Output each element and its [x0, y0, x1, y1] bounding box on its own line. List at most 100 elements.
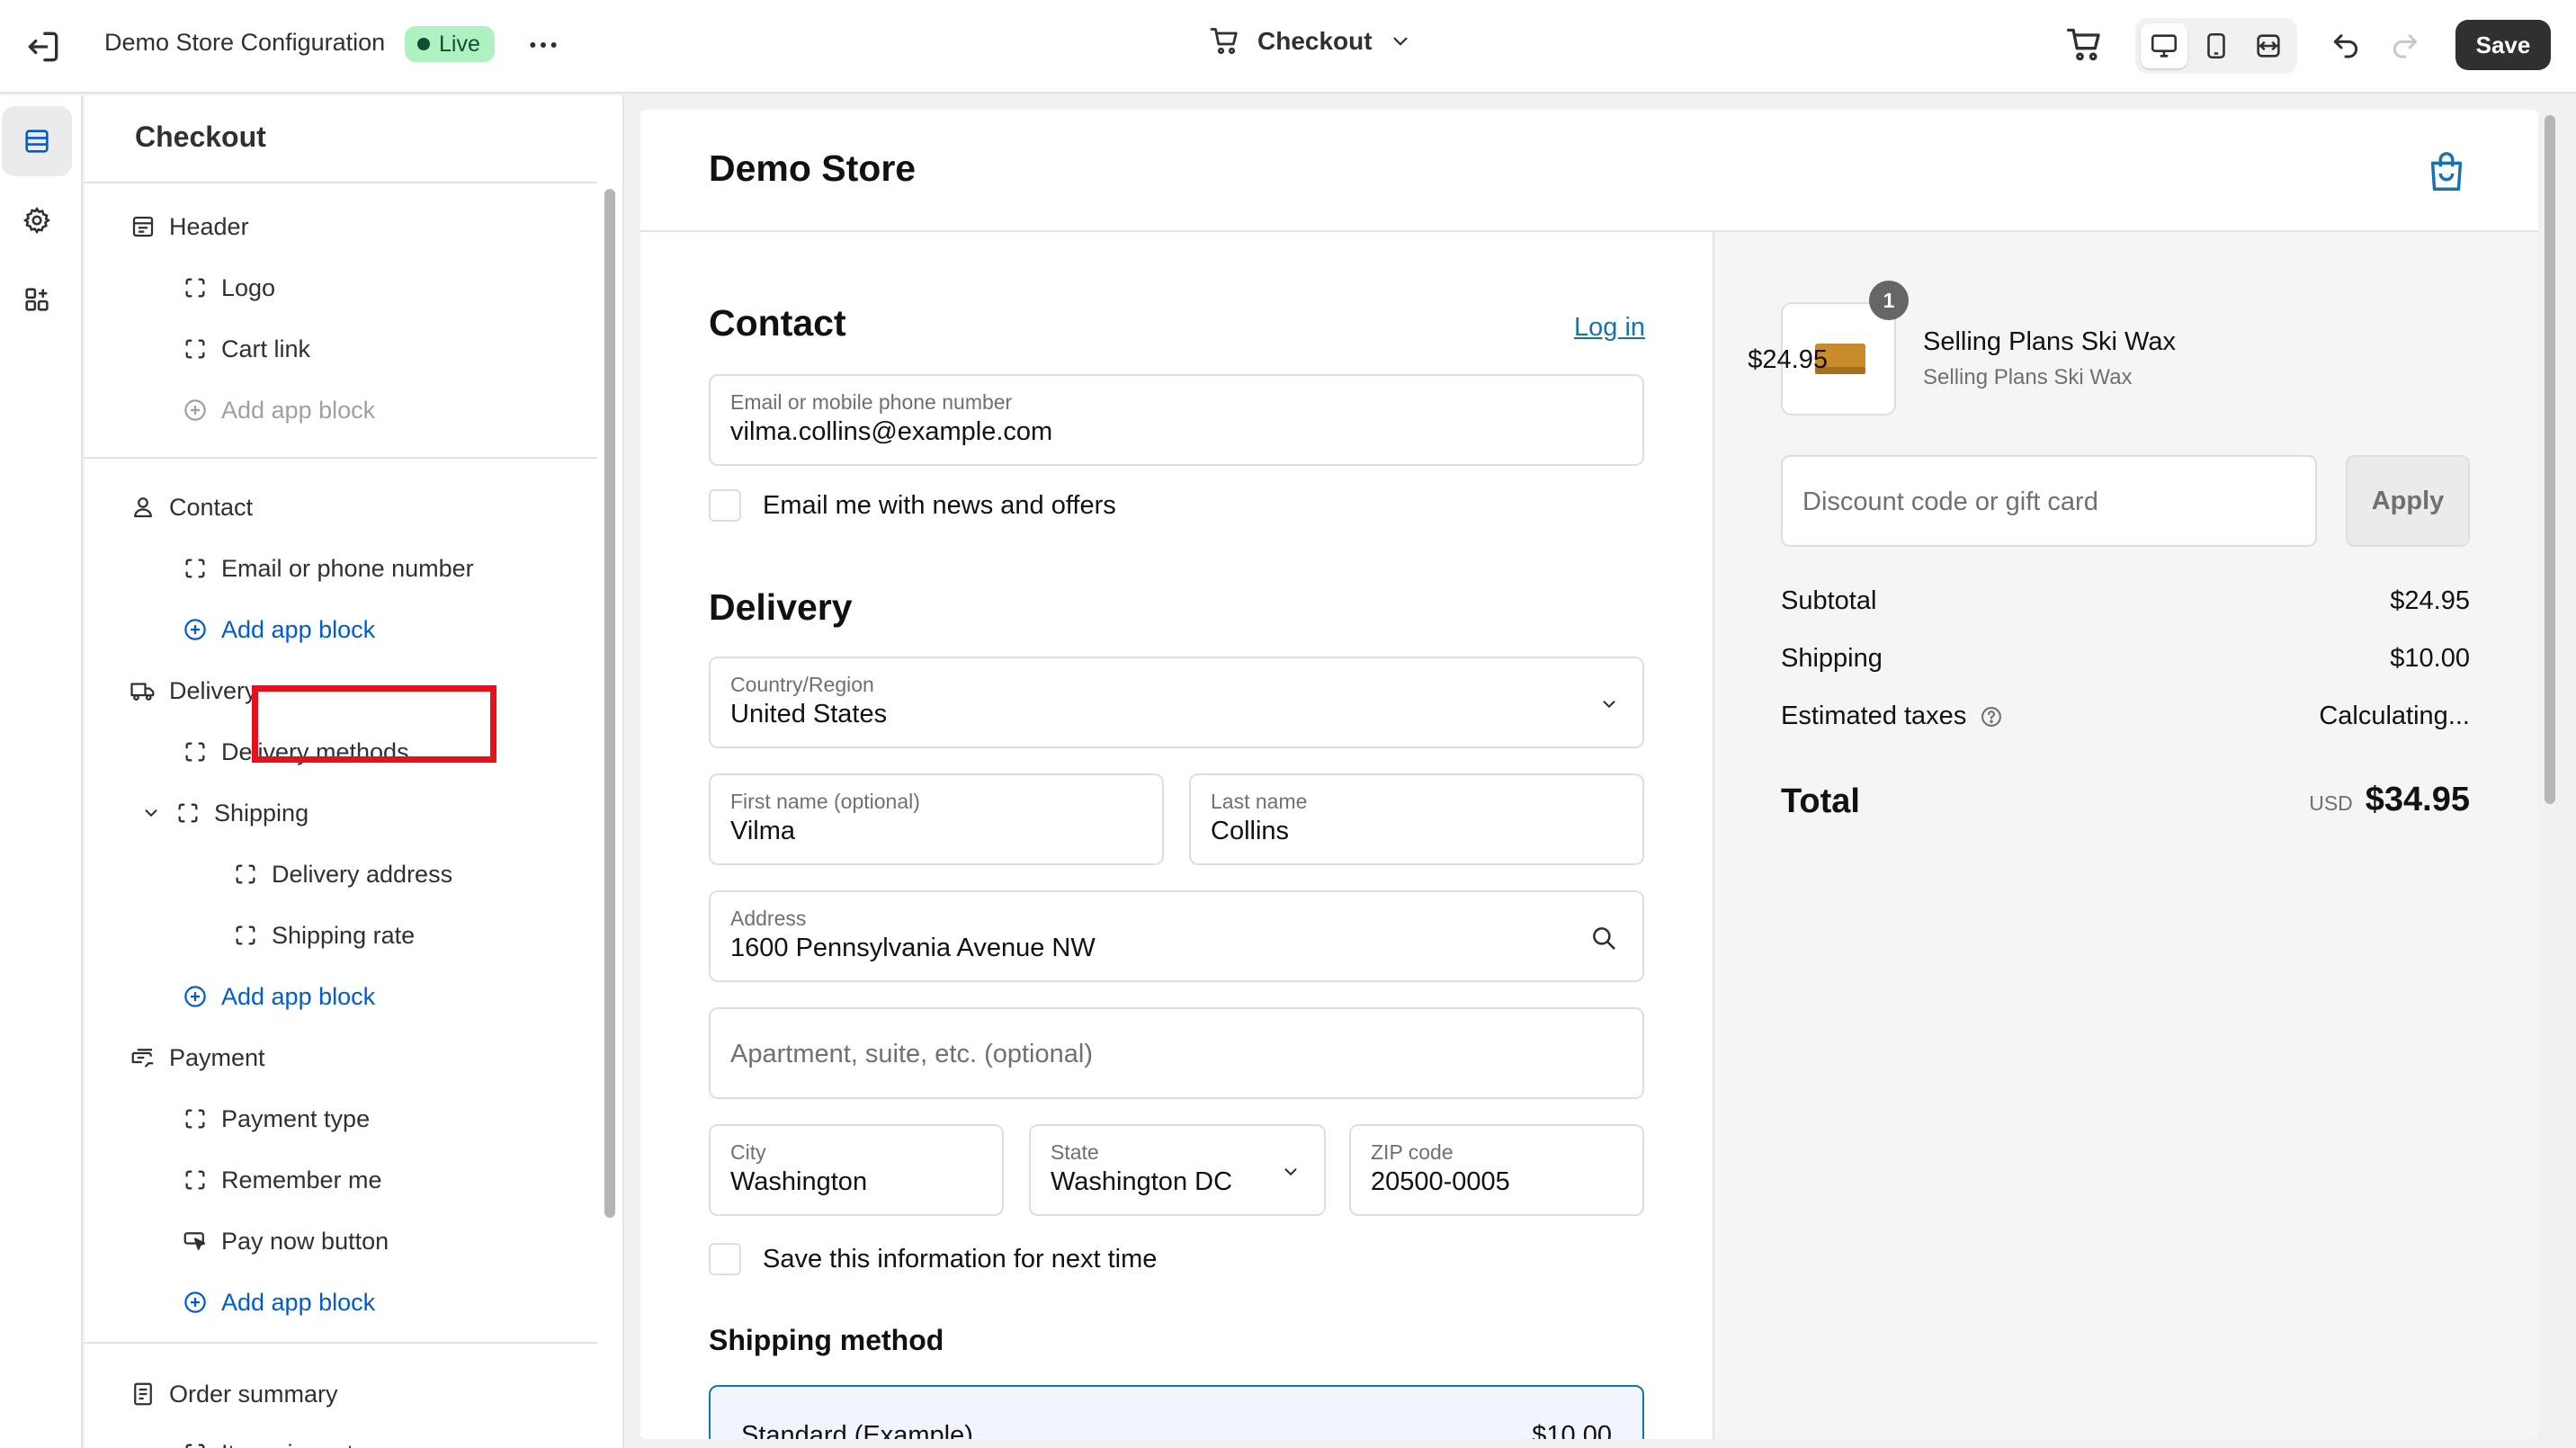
block-email-or-phone[interactable]: Email or phone number	[182, 547, 474, 590]
preview-scroll-thumb[interactable]	[2545, 115, 2555, 804]
block-cart-link-label: Cart link	[221, 335, 311, 362]
save-info-checkbox[interactable]: Save this information for next time	[709, 1243, 1157, 1275]
block-logo[interactable]: Logo	[182, 266, 275, 309]
estimated-taxes-label: Estimated taxes	[1781, 702, 1967, 730]
block-icon	[182, 555, 209, 582]
block-payment-type[interactable]: Payment type	[182, 1097, 370, 1140]
country-select[interactable]: Country/Region United States	[709, 657, 1644, 748]
city-field[interactable]: City Washington	[709, 1124, 1004, 1216]
mobile-icon	[2207, 32, 2225, 59]
section-order-summary[interactable]: Order summary	[130, 1372, 338, 1416]
sections-button[interactable]	[2, 106, 72, 176]
address-value: 1600 Pennsylvania Avenue NW	[730, 934, 1096, 962]
shipping-option[interactable]: Standard (Example) $10.00	[709, 1385, 1644, 1439]
block-payment-type-label: Payment type	[221, 1104, 371, 1132]
first-name-value: Vilma	[730, 817, 795, 845]
login-link[interactable]: Log in	[1574, 313, 1645, 343]
shipping-value: $10.00	[2390, 644, 2470, 673]
header-section-icon	[130, 213, 157, 240]
news-offers-checkbox[interactable]: Email me with news and offers	[709, 489, 1116, 522]
section-header-label: Header	[169, 212, 249, 240]
sidebar-scroll-thumb[interactable]	[604, 189, 615, 1218]
block-shipping-rate[interactable]: Shipping rate	[232, 914, 415, 957]
section-contact[interactable]: Contact	[130, 486, 253, 529]
block-items-in-cart[interactable]: Items in cart	[182, 1432, 353, 1448]
checkbox[interactable]	[709, 1243, 741, 1275]
estimated-taxes-value: Calculating...	[2319, 702, 2470, 730]
section-header[interactable]: Header	[130, 205, 249, 248]
add-app-block-header-button[interactable]: Add app block	[182, 389, 375, 432]
live-dot-icon	[417, 38, 430, 50]
save-info-label: Save this information for next time	[763, 1244, 1158, 1274]
more-actions-icon[interactable]	[525, 27, 561, 63]
total-value: $34.95	[2365, 781, 2470, 818]
add-app-block-delivery-button[interactable]: Add app block	[182, 975, 375, 1018]
section-delivery[interactable]: Delivery	[130, 669, 257, 712]
state-select[interactable]: State Washington DC	[1029, 1124, 1326, 1216]
add-app-block-payment-button[interactable]: Add app block	[182, 1281, 375, 1324]
receipt-icon	[130, 1381, 157, 1408]
block-email-or-phone-label: Email or phone number	[221, 554, 474, 582]
block-delivery-address-label: Delivery address	[272, 860, 453, 888]
plus-circle-icon	[182, 397, 209, 424]
block-shipping[interactable]: Shipping	[140, 791, 309, 835]
checkbox[interactable]	[709, 489, 741, 522]
first-name-label: First name (optional)	[730, 790, 920, 813]
button-click-icon	[182, 1228, 209, 1255]
status-badge: Live	[405, 26, 495, 62]
apps-icon	[25, 288, 49, 311]
apps-button[interactable]	[2, 264, 72, 335]
currency-code: USD	[2309, 791, 2353, 815]
chevron-down-icon	[1392, 37, 1408, 46]
mobile-view-button[interactable]	[2193, 23, 2240, 68]
cart-preview-icon[interactable]	[2065, 25, 2105, 65]
apply-button[interactable]: Apply	[2346, 455, 2470, 547]
add-app-block-contact-button[interactable]: Add app block	[182, 608, 375, 651]
first-name-field[interactable]: First name (optional) Vilma	[709, 773, 1164, 865]
section-order-summary-label: Order summary	[169, 1380, 338, 1408]
block-delivery-address[interactable]: Delivery address	[232, 853, 452, 896]
divider	[85, 182, 597, 183]
chevron-down-icon[interactable]	[140, 800, 162, 827]
person-icon	[130, 494, 157, 521]
shipping-option-name: Standard (Example)	[741, 1421, 973, 1439]
highlight-box	[252, 685, 496, 763]
block-icon	[232, 861, 259, 888]
last-name-field[interactable]: Last name Collins	[1189, 773, 1644, 865]
discount-code-field[interactable]: Discount code or gift card	[1781, 455, 2317, 547]
block-icon	[182, 738, 209, 765]
shipping-method-heading: Shipping method	[709, 1324, 944, 1356]
store-config-title: Demo Store Configuration	[104, 29, 386, 56]
product-name: Selling Plans Ski Wax	[1923, 327, 2176, 356]
search-icon[interactable]	[1588, 923, 1619, 953]
zip-label: ZIP code	[1371, 1140, 1453, 1164]
fullscreen-view-button[interactable]	[2245, 23, 2292, 68]
sections-sidebar: Checkout Header Logo Cart link Add app b…	[85, 95, 624, 1448]
redo-icon[interactable]	[2387, 25, 2427, 65]
block-icon	[182, 1105, 209, 1132]
zip-value: 20500-0005	[1371, 1167, 1510, 1196]
block-remember-me[interactable]: Remember me	[182, 1158, 382, 1202]
desktop-view-button[interactable]	[2141, 23, 2187, 68]
save-button[interactable]: Save	[2455, 20, 2551, 70]
undo-icon[interactable]	[2328, 25, 2367, 65]
exit-icon[interactable]	[23, 27, 63, 67]
theme-settings-button[interactable]	[2, 185, 72, 255]
delivery-heading: Delivery	[709, 586, 853, 628]
store-name: Demo Store	[709, 147, 917, 189]
help-icon[interactable]	[1979, 704, 2004, 729]
address-field[interactable]: Address 1600 Pennsylvania Avenue NW	[709, 890, 1644, 982]
shopping-bag-icon[interactable]	[2427, 149, 2466, 194]
email-field[interactable]: Email or mobile phone number vilma.colli…	[709, 374, 1644, 466]
block-cart-link[interactable]: Cart link	[182, 327, 310, 371]
zip-field[interactable]: ZIP code 20500-0005	[1349, 1124, 1644, 1216]
subtotal-value: $24.95	[2390, 586, 2470, 615]
block-items-in-cart-label: Items in cart	[221, 1440, 353, 1448]
chevron-down-icon	[1599, 694, 1619, 714]
block-pay-now-button[interactable]: Pay now button	[182, 1220, 389, 1263]
page-selector[interactable]: Checkout	[1209, 25, 1412, 58]
divider	[85, 457, 597, 459]
section-payment[interactable]: Payment	[130, 1036, 265, 1079]
chevron-down-icon	[1281, 1162, 1301, 1182]
apartment-field[interactable]: Apartment, suite, etc. (optional)	[709, 1007, 1644, 1099]
